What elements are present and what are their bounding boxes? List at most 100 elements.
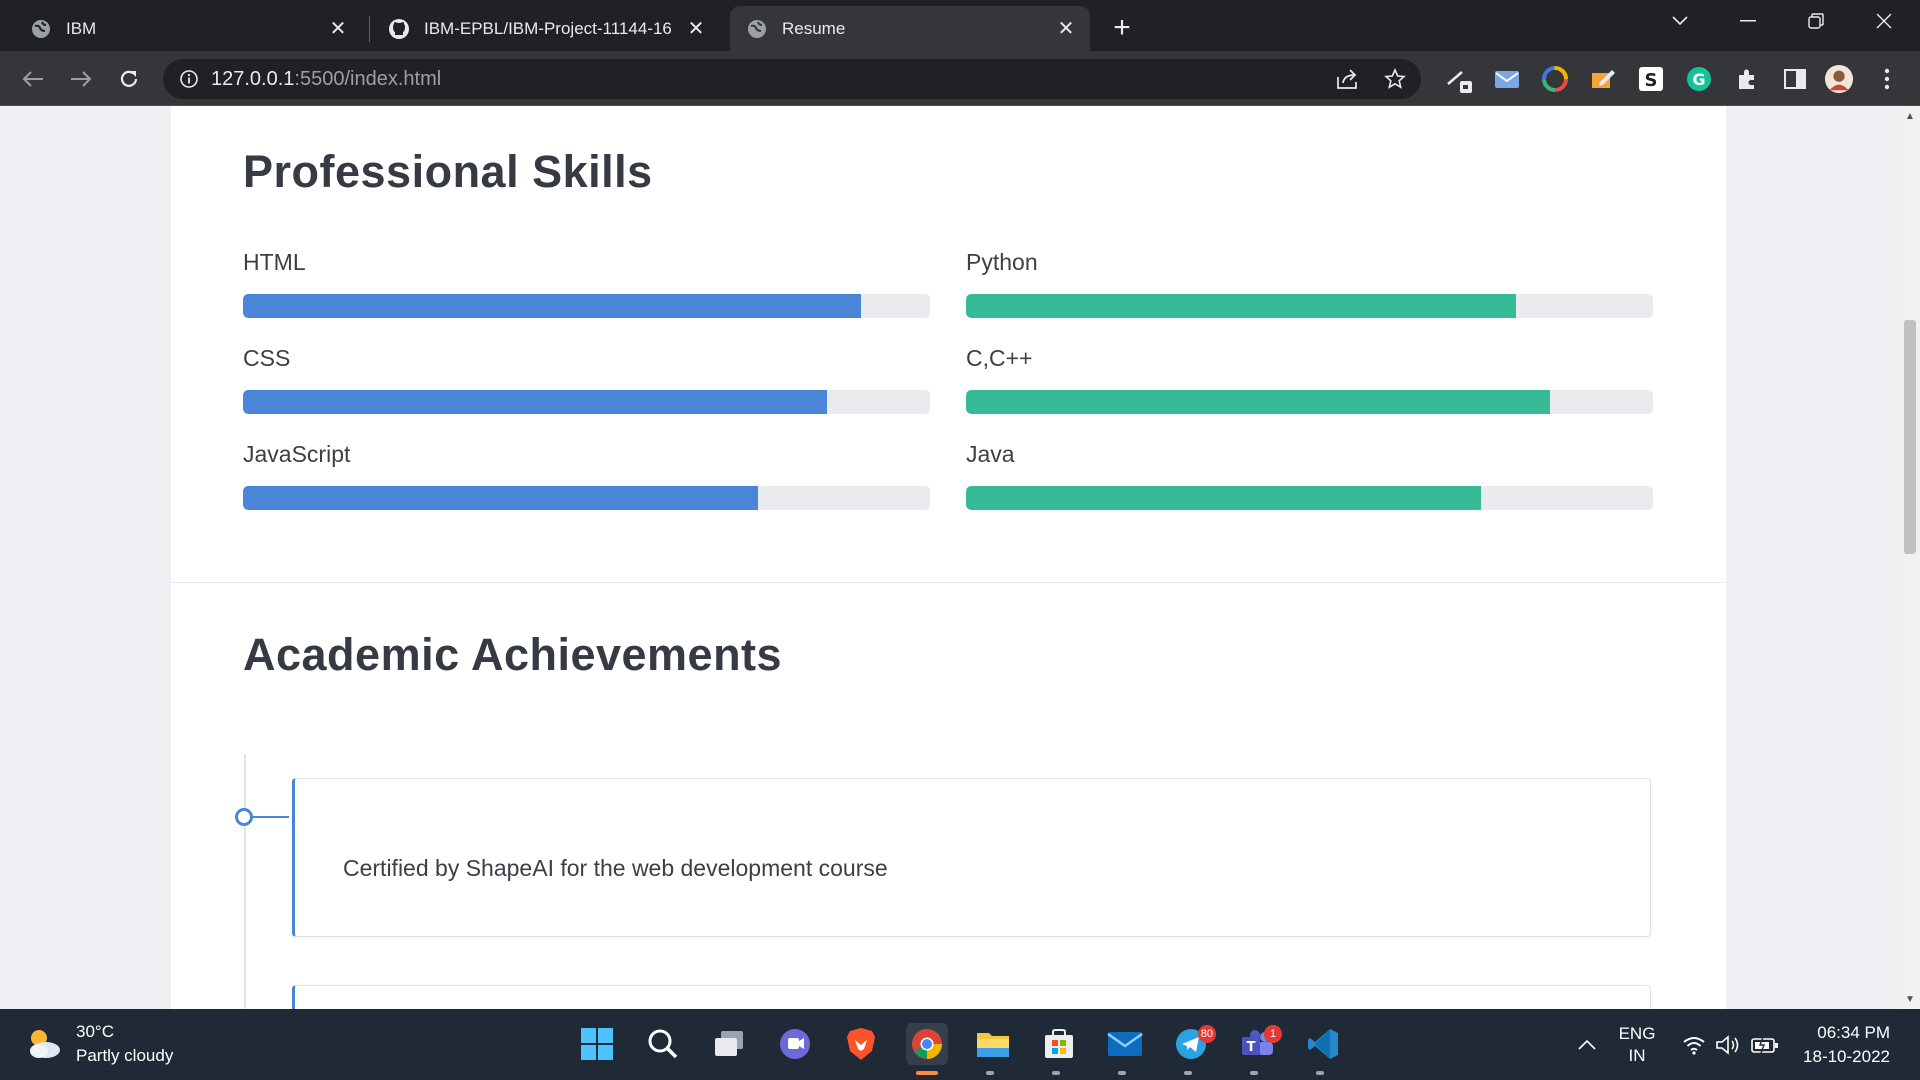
- new-tab-button[interactable]: +: [1106, 11, 1138, 44]
- close-icon[interactable]: ✕: [1054, 17, 1078, 41]
- skill-label-html: HTML: [243, 249, 306, 275]
- skill-bar-fill: [966, 294, 1516, 318]
- running-indicator: [986, 1071, 994, 1075]
- skill-label-python: Python: [966, 249, 1038, 275]
- skill-bar-fill: [243, 390, 827, 414]
- windows-start-icon[interactable]: [576, 1023, 618, 1065]
- clock-date: 18-10-2022: [1803, 1047, 1890, 1066]
- url-path: :5500/index.html: [294, 67, 442, 90]
- minimize-button[interactable]: [1718, 0, 1778, 42]
- section-divider: [171, 582, 1726, 583]
- skill-bar-fill: [243, 294, 862, 318]
- mail-icon[interactable]: [1104, 1023, 1146, 1065]
- region-code: IN: [1628, 1045, 1646, 1065]
- tab-search-chevron-icon[interactable]: [1650, 0, 1710, 42]
- menu-kebab-icon[interactable]: [1872, 64, 1902, 94]
- browser-toolbar: 127.0.0.1:5500/index.html S G: [0, 51, 1920, 106]
- url-host: 127.0.0.1: [211, 67, 295, 90]
- running-indicator: [1250, 1071, 1258, 1075]
- info-icon[interactable]: [179, 69, 199, 89]
- tab-title: IBM-EPBL/IBM-Project-11144-16: [424, 18, 672, 38]
- skill-bar-css: [243, 390, 930, 414]
- github-icon: [388, 18, 410, 40]
- avatar[interactable]: [1824, 64, 1854, 94]
- wifi-icon[interactable]: [1680, 1009, 1708, 1080]
- skill-label-javascript: JavaScript: [243, 441, 351, 467]
- skill-bar-c-cpp: [966, 390, 1653, 414]
- reload-button[interactable]: [112, 62, 146, 96]
- close-icon[interactable]: ✕: [326, 17, 350, 41]
- globe-icon: [746, 18, 768, 40]
- extensions-puzzle-icon[interactable]: [1732, 64, 1762, 94]
- skill-label-java: Java: [966, 441, 1015, 467]
- volume-icon[interactable]: [1714, 1009, 1742, 1080]
- close-window-button[interactable]: [1854, 0, 1914, 42]
- pen-extension-icon[interactable]: [1444, 64, 1474, 94]
- running-indicator: [1184, 1071, 1192, 1075]
- language-indicator[interactable]: ENG IN: [1612, 1009, 1662, 1080]
- side-panel-icon[interactable]: [1780, 64, 1810, 94]
- skill-bar-python: [966, 294, 1653, 318]
- vscode-icon[interactable]: [1302, 1023, 1344, 1065]
- tray-overflow-chevron-icon[interactable]: [1572, 1009, 1602, 1080]
- weather-widget[interactable]: 30°C Partly cloudy: [24, 1020, 173, 1068]
- language-code: ENG: [1618, 1023, 1656, 1043]
- svg-text:G: G: [1692, 70, 1705, 89]
- skill-bar-fill: [243, 486, 759, 510]
- brave-browser-icon[interactable]: [840, 1023, 882, 1065]
- scroll-up-arrow-icon[interactable]: ▲: [1900, 106, 1920, 126]
- tab-github[interactable]: IBM-EPBL/IBM-Project-11144-16 ✕: [372, 6, 720, 51]
- tab-resume[interactable]: Resume ✕: [730, 6, 1090, 51]
- resume-card: Professional Skills HTML CSS JavaScript …: [171, 106, 1726, 1009]
- task-view-icon[interactable]: [708, 1023, 750, 1065]
- scroll-thumb[interactable]: [1904, 320, 1916, 554]
- tab-separator: [369, 16, 370, 42]
- restore-button[interactable]: [1786, 0, 1846, 42]
- s-extension-icon[interactable]: S: [1636, 64, 1666, 94]
- chat-icon[interactable]: [774, 1023, 816, 1065]
- skill-bar-fill: [966, 486, 1482, 510]
- chrome-icon[interactable]: [906, 1023, 948, 1065]
- search-icon[interactable]: [642, 1023, 684, 1065]
- skill-bar-java: [966, 486, 1653, 510]
- scroll-down-arrow-icon[interactable]: ▼: [1900, 989, 1920, 1009]
- close-icon[interactable]: ✕: [684, 17, 708, 41]
- running-indicator: [1118, 1071, 1126, 1075]
- grammarly-icon[interactable]: G: [1684, 64, 1714, 94]
- forward-button[interactable]: [64, 62, 98, 96]
- file-explorer-icon[interactable]: [972, 1023, 1014, 1065]
- battery-charging-icon[interactable]: [1750, 1009, 1780, 1080]
- vertical-scrollbar[interactable]: ▲ ▼: [1900, 106, 1920, 1009]
- weather-condition: Partly cloudy: [76, 1046, 174, 1065]
- timeline-connector: [253, 816, 289, 818]
- achievement-text: Certified by ShapeAI for the web develop…: [343, 855, 888, 881]
- telegram-icon[interactable]: 80: [1170, 1023, 1216, 1065]
- telegram-unread-badge: 80: [1197, 1025, 1216, 1043]
- tab-title: IBM: [66, 18, 97, 38]
- clock-time: 06:34 PM: [1817, 1023, 1890, 1042]
- partly-cloudy-icon: [24, 1024, 64, 1064]
- tab-ibm[interactable]: IBM ✕: [14, 6, 362, 51]
- system-clock[interactable]: 06:34 PM 18-10-2022: [1790, 1021, 1890, 1069]
- skills-heading: Professional Skills: [243, 146, 653, 197]
- achievements-heading: Academic Achievements: [243, 629, 783, 680]
- mail-extension-icon[interactable]: [1492, 64, 1522, 94]
- globe-icon: [30, 18, 52, 40]
- skill-bar-fill: [966, 390, 1550, 414]
- svg-text:T: T: [1247, 1040, 1256, 1055]
- bookmark-star-icon[interactable]: [1375, 59, 1415, 99]
- timeline-line: [244, 754, 246, 1009]
- color-wheel-extension-icon[interactable]: [1540, 64, 1570, 94]
- achievement-card: Certified by ShapeAI for the web develop…: [292, 778, 1651, 937]
- skill-bar-javascript: [243, 486, 930, 510]
- microsoft-store-icon[interactable]: [1038, 1023, 1080, 1065]
- address-bar[interactable]: 127.0.0.1:5500/index.html: [163, 59, 1421, 99]
- back-button[interactable]: [16, 62, 50, 96]
- edit-extension-icon[interactable]: [1588, 64, 1618, 94]
- tab-strip: IBM ✕ IBM-EPBL/IBM-Project-11144-16 ✕ Re…: [0, 0, 1920, 51]
- running-indicator: [1052, 1071, 1060, 1075]
- skill-bar-html: [243, 294, 930, 318]
- teams-icon[interactable]: T 1: [1236, 1023, 1282, 1065]
- teams-unread-badge: 1: [1264, 1025, 1282, 1043]
- share-icon[interactable]: [1327, 59, 1367, 99]
